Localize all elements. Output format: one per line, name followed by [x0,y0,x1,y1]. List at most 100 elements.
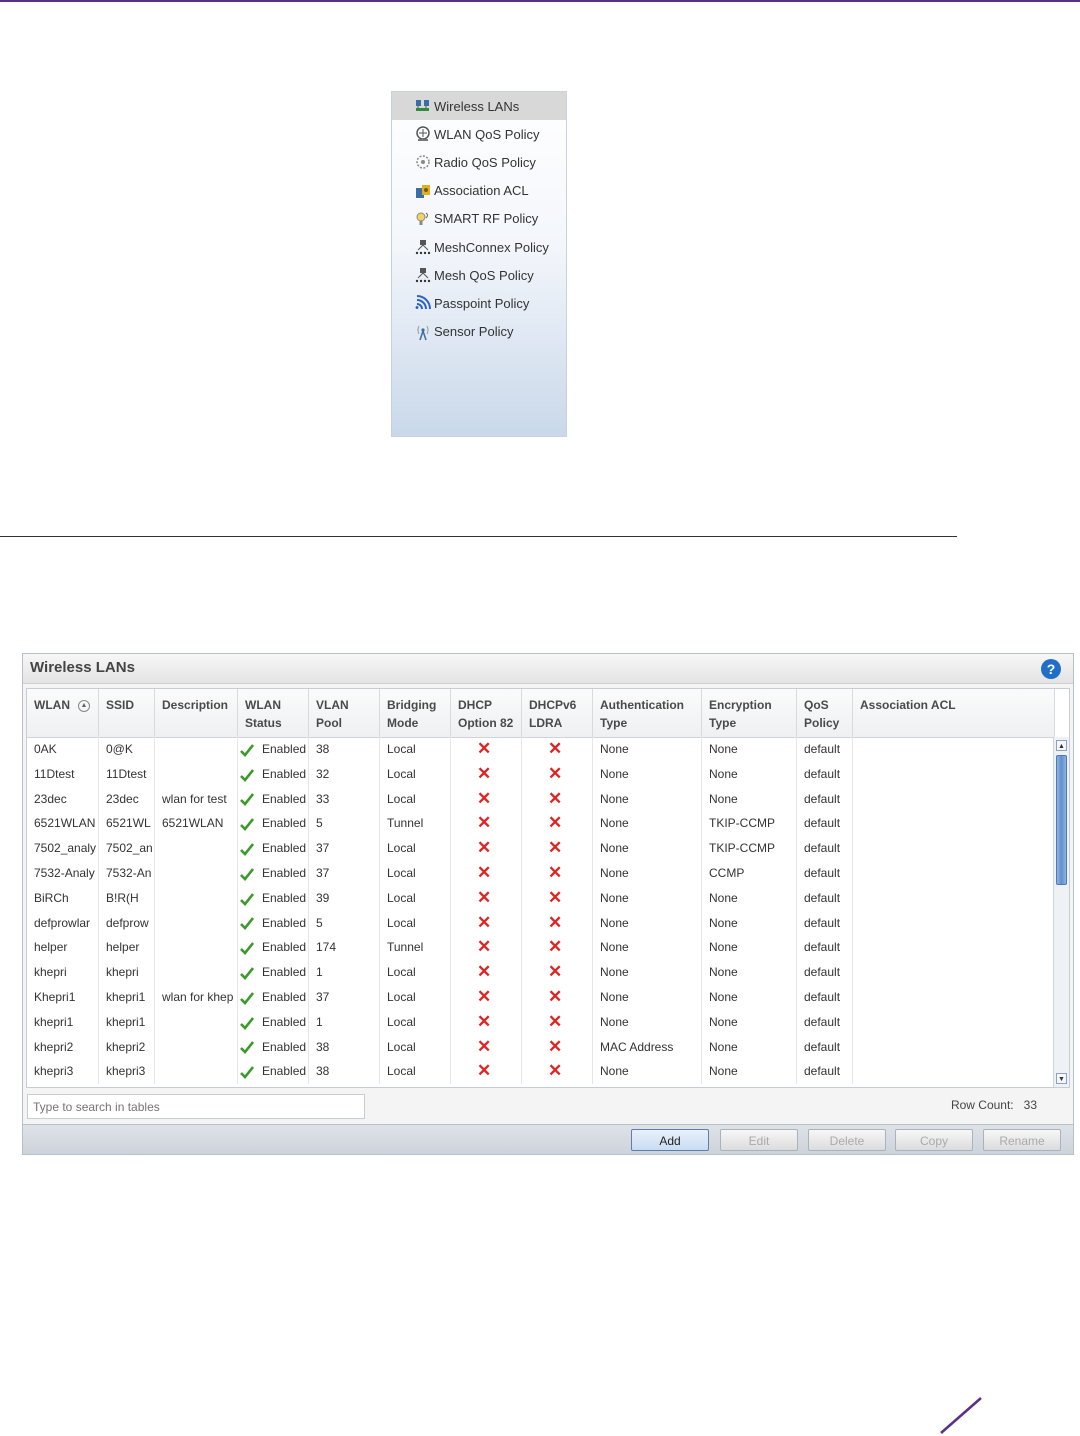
nav-item-label: WLAN QoS Policy [434,126,540,142]
cell-pool: 1 [309,960,380,985]
column-header[interactable]: QoS Policy [797,689,853,737]
column-header[interactable]: DHCP Option 82 [451,689,522,737]
wlan-status-label: Enabled [262,816,307,831]
cell-wlan: 23dec [27,786,99,812]
cell-desc: wlan for test [155,786,238,812]
table-row[interactable]: Khepri1 khepri1 wlan for khep Enabled 37 Loca… [27,985,1055,1010]
column-header[interactable]: Authentication Type [593,689,702,737]
wlan-table: WLAN ▲ SSID Description WLAN Status VLAN Pool Br… [26,688,1070,1088]
cell-enc: None [702,885,797,911]
nav-item-association-acl[interactable]: Association ACL [392,177,566,205]
cell-mode: Local [380,1009,451,1035]
cell-wlan: 11Dtest [27,761,99,787]
cell-desc [155,960,238,985]
table-row[interactable]: helper helper Enabled 174 Tunnel ✕ ✕ None None de… [27,935,1055,961]
cell-ssid: 6521WL [99,811,155,837]
table-row[interactable]: khepri3 khepri3 Enabled 38 Local ✕ ✕ None None de… [27,1059,1055,1085]
rename-button[interactable]: Rename [983,1129,1061,1151]
column-header[interactable]: Encryption Type [702,689,797,737]
radio-qos-icon [414,153,432,171]
nav-item-sensor-policy[interactable]: Sensor Policy [392,318,566,346]
table-row[interactable]: BiRCh B!R(H Enabled 39 Local ✕ ✕ None None defaul… [27,885,1055,911]
column-header[interactable]: Association ACL [853,689,1055,737]
cell-acl [853,960,1055,985]
table-row[interactable]: 23dec 23dec wlan for test Enabled 33 Local ✕ ✕ N… [27,786,1055,812]
table-row[interactable]: 7502_analy 7502_an Enabled 37 Local ✕ ✕ None TKI… [27,836,1055,861]
column-header-label: LDRA [529,716,563,730]
column-header-label: Authentication [600,698,684,712]
scrollbar-thumb[interactable] [1056,755,1067,885]
cell-pool: 33 [309,786,380,812]
cell-qos: default [797,960,853,985]
cell-acl [853,1009,1055,1035]
cell-acl [853,811,1055,837]
column-header[interactable]: DHCPv6 LDRA [522,689,593,737]
nav-item-wlan-qos-policy[interactable]: WLAN QoS Policy [392,120,566,148]
disabled-x-icon: ✕ [477,863,492,882]
cell-auth: None [593,761,702,787]
edit-button[interactable]: Edit [720,1129,798,1151]
cell-qos: default [797,885,853,911]
cell-pool: 5 [309,811,380,837]
nav-item-wireless-lans[interactable]: Wireless LANs [392,92,566,121]
sort-ascending-icon[interactable]: ▲ [78,699,90,712]
cell-pool: 39 [309,885,380,911]
dhcpv6-ldra-cell: ✕ [522,761,593,787]
table-row[interactable]: khepri khepri Enabled 1 Local ✕ ✕ None None defau… [27,960,1055,985]
help-icon[interactable]: ? [1041,659,1061,679]
nav-item-passpoint-policy[interactable]: Passpoint Policy [392,289,566,317]
column-header[interactable]: SSID [99,689,155,737]
cell-ssid: 0@K [99,737,155,762]
disabled-x-icon: ✕ [548,937,563,957]
cell-enc: None [702,1009,797,1035]
column-header-label: Status [245,716,282,730]
cell-enc: None [702,1059,797,1085]
dhcp-option82-cell: ✕ [451,1034,522,1060]
table-search-input[interactable] [27,1094,365,1119]
nav-item-smart-rf-policy[interactable]: SMART RF Policy [392,205,566,233]
delete-button[interactable]: Delete [808,1129,886,1151]
cell-auth: None [593,1059,702,1085]
disabled-x-icon: ✕ [548,962,563,982]
table-row[interactable]: 7532-Analy 7532-An Enabled 37 Local ✕ ✕ None CCM… [27,861,1055,886]
table-row[interactable]: khepri2 khepri2 Enabled 38 Local ✕ ✕ MAC Addres… [27,1034,1055,1060]
table-row[interactable]: 11Dtest 11Dtest Enabled 32 Local ✕ ✕ None None de… [27,761,1055,787]
wlan-status-cell: Enabled [238,910,309,936]
scroll-up-arrow-icon[interactable]: ▲ [1056,740,1067,751]
table-row[interactable]: defprowlar defprow Enabled 5 Local ✕ ✕ None None… [27,910,1055,936]
cell-ssid: khepri [99,960,155,985]
column-header[interactable]: Bridging Mode [380,689,451,737]
disabled-x-icon: ✕ [548,1036,563,1056]
table-vertical-scrollbar[interactable]: ▲ ▼ [1053,737,1069,1087]
column-header[interactable]: Description [155,689,238,737]
disabled-x-icon: ✕ [477,912,492,932]
column-header[interactable]: VLAN Pool [309,689,380,737]
nav-item-meshconnex-policy[interactable]: MeshConnex Policy [392,233,566,261]
wlan-status-label: Enabled [262,965,307,980]
wlan-status-label: Enabled [262,791,307,806]
dhcp-option82-cell: ✕ [451,985,522,1010]
disabled-x-icon: ✕ [548,739,563,758]
dhcpv6-ldra-cell: ✕ [522,786,593,812]
cell-qos: default [797,1009,853,1035]
nav-item-radio-qos-policy[interactable]: Radio QoS Policy [392,148,566,176]
cell-mode: Local [380,737,451,762]
nav-item-mesh-qos-policy[interactable]: Mesh QoS Policy [392,261,566,289]
dhcp-option82-cell: ✕ [451,836,522,861]
copy-button[interactable]: Copy [895,1129,973,1151]
column-header[interactable]: WLAN ▲ [27,689,99,737]
table-row[interactable]: 0AK 0@K Enabled 38 Local ✕ ✕ None None default [27,737,1055,762]
add-button[interactable]: Add [631,1129,709,1151]
disabled-x-icon: ✕ [548,912,563,932]
table-row[interactable]: 6521WLAN 6521WL 6521WLAN Enabled 5 Tunnel ✕ ✕ No… [27,811,1055,837]
cell-mode: Local [380,910,451,936]
cell-wlan: 6521WLAN [27,811,99,837]
wlan-status-cell: Enabled [238,861,309,886]
scroll-down-arrow-icon[interactable]: ▼ [1056,1073,1067,1084]
disabled-x-icon: ✕ [477,887,492,907]
column-header[interactable]: WLAN Status [238,689,309,737]
dhcp-option82-cell: ✕ [451,885,522,911]
dhcpv6-ldra-cell: ✕ [522,1034,593,1060]
column-header-label: Type [709,716,737,730]
table-row[interactable]: khepri1 khepri1 Enabled 1 Local ✕ ✕ None None def… [27,1009,1055,1035]
